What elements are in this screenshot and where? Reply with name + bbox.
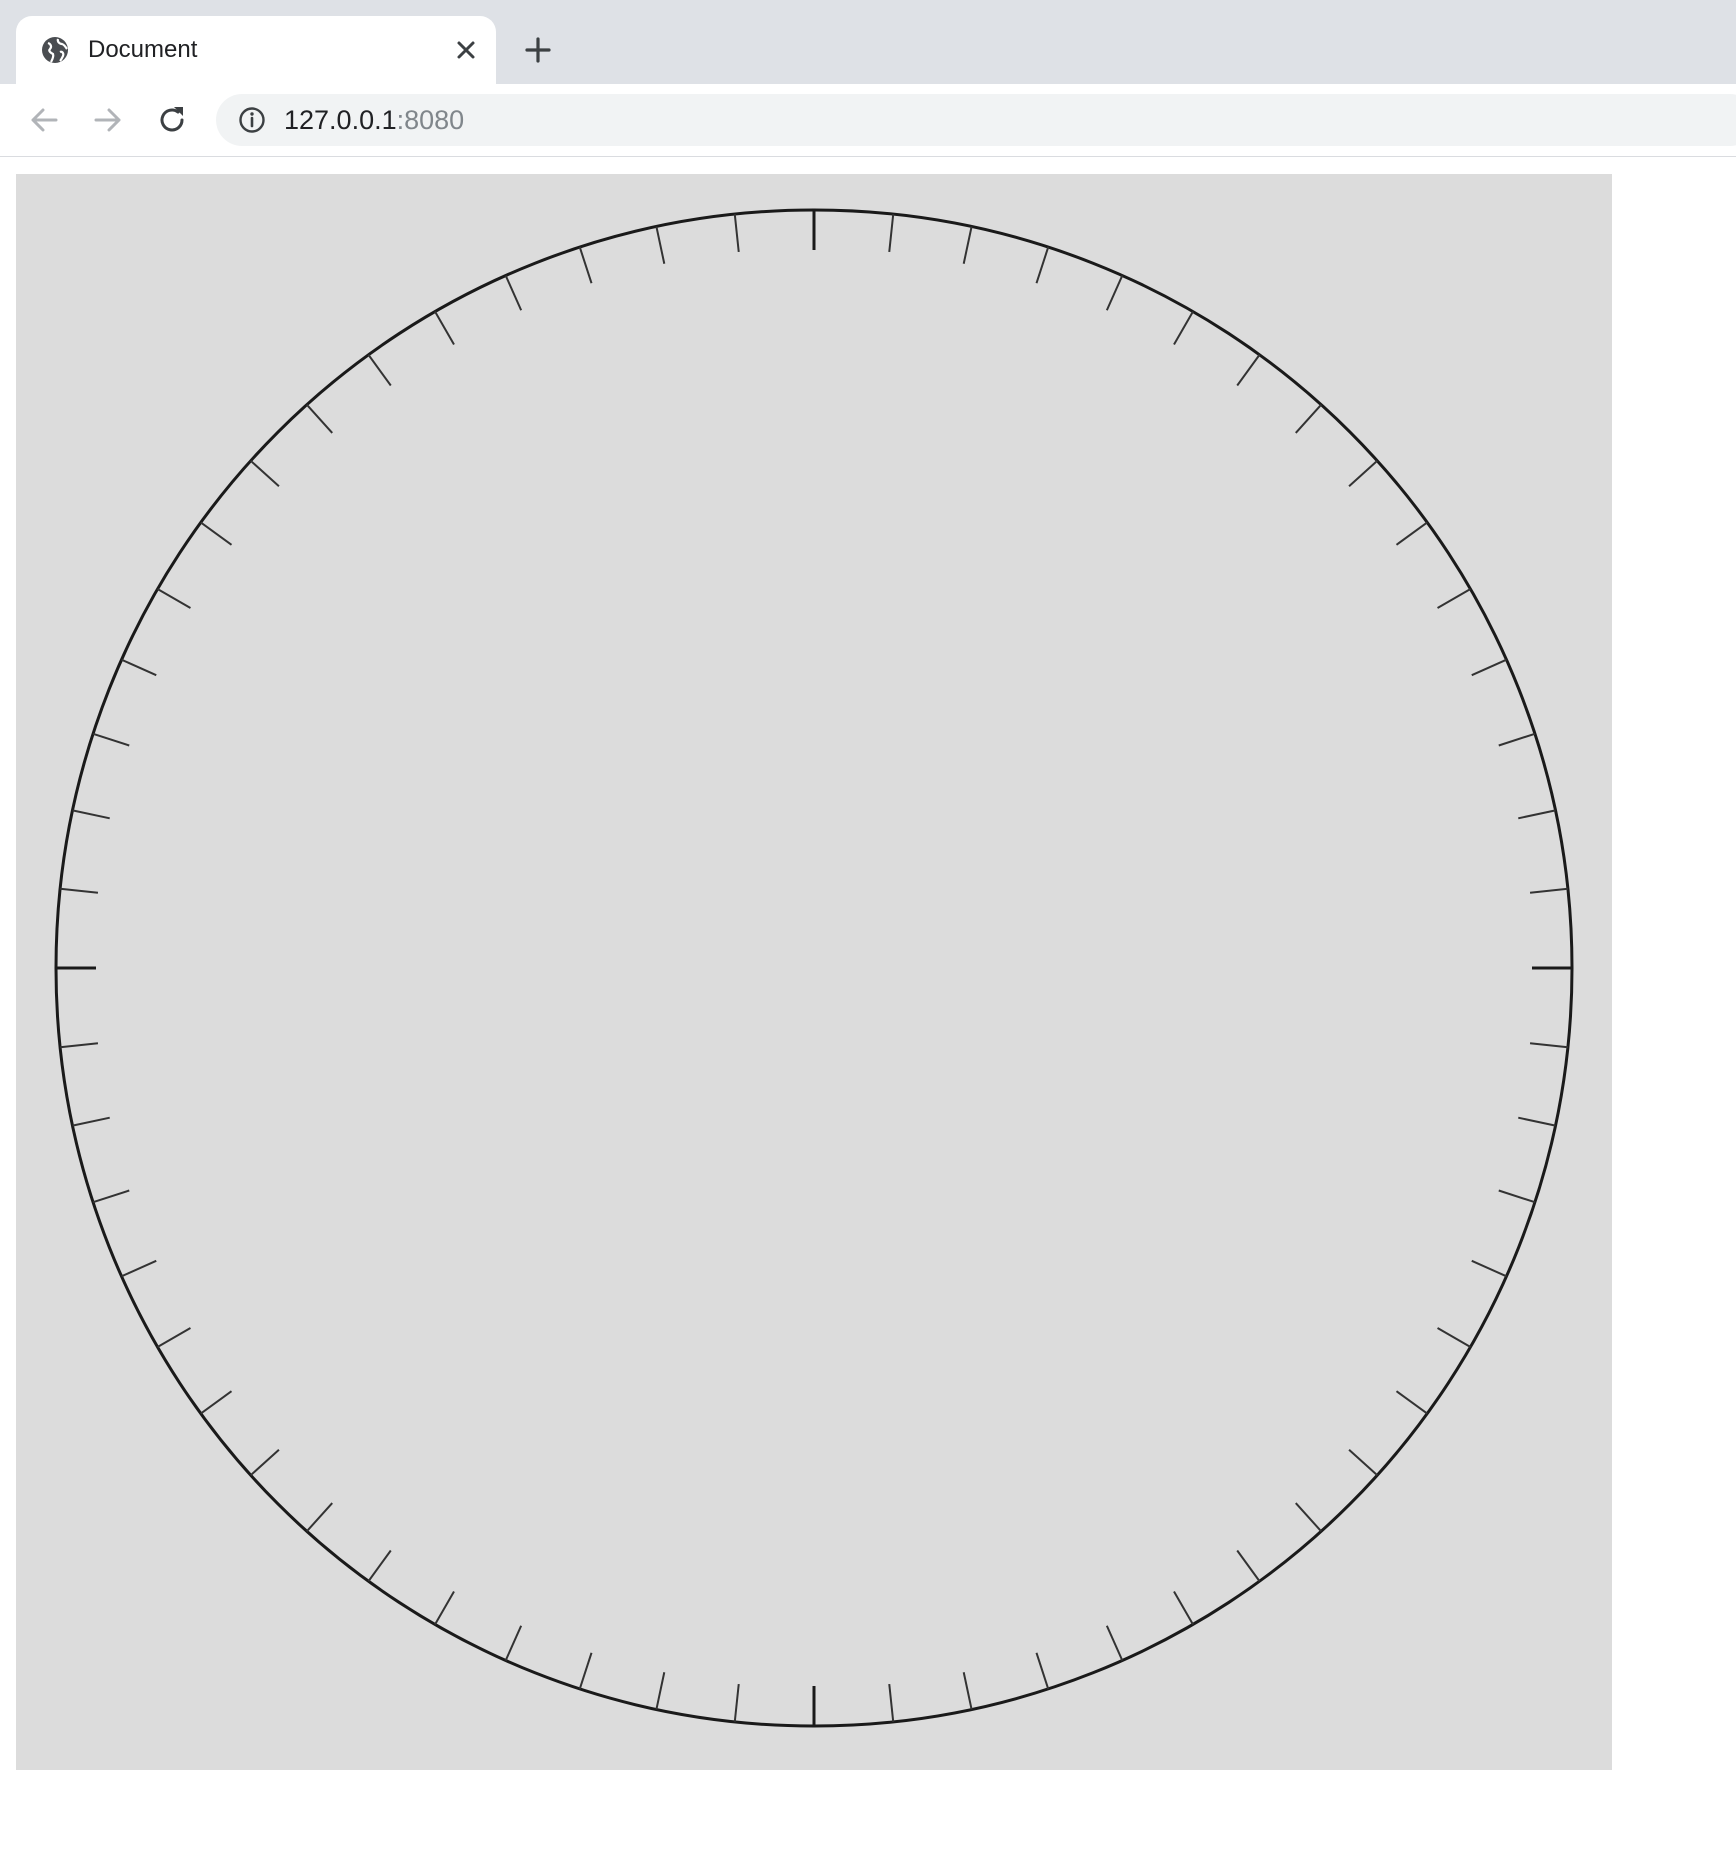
tick-group xyxy=(56,210,1572,1726)
dial-tick xyxy=(962,1672,973,1710)
dial-tick xyxy=(578,246,593,284)
dial-tick xyxy=(1437,588,1471,609)
dial-tick xyxy=(200,1390,233,1415)
tab-title: Document xyxy=(88,36,198,63)
dial-tick xyxy=(250,460,280,487)
dial-tick xyxy=(888,214,895,253)
dial-tick xyxy=(1471,1259,1507,1278)
dial-tick xyxy=(1295,404,1322,434)
dial-tick xyxy=(1471,658,1507,677)
dial-tick xyxy=(157,588,191,609)
dial-tick xyxy=(60,887,99,894)
dial-tick xyxy=(1105,275,1124,311)
dial-tick xyxy=(504,275,523,311)
dial-tick xyxy=(962,226,973,264)
dial-tick xyxy=(60,1042,99,1049)
arrow-left-icon[interactable] xyxy=(26,102,62,138)
arrow-right-icon[interactable] xyxy=(90,102,126,138)
dial-tick xyxy=(1173,311,1194,345)
dial-tick xyxy=(1395,1390,1428,1415)
dial-tick xyxy=(1173,1591,1194,1625)
dial-tick xyxy=(200,521,233,546)
dial-tick xyxy=(1236,354,1261,387)
url-host: 127.0.0.1 xyxy=(284,105,397,135)
toolbar: 127.0.0.1:8080 xyxy=(0,84,1736,157)
address-bar[interactable]: 127.0.0.1:8080 xyxy=(216,94,1736,146)
dial-tick xyxy=(1518,1116,1556,1127)
dial-tick xyxy=(1348,1449,1378,1476)
canvas[interactable] xyxy=(16,174,1612,1770)
dial-tick xyxy=(1498,732,1536,747)
globe-icon xyxy=(40,35,70,65)
dial-tick xyxy=(1035,1652,1050,1690)
dial-tick xyxy=(72,1116,110,1127)
dial-tick xyxy=(1498,1189,1536,1204)
dial-tick xyxy=(72,809,110,820)
dial-tick xyxy=(121,658,157,677)
tab-document[interactable]: Document xyxy=(16,16,496,84)
dial-tick xyxy=(92,1189,130,1204)
dial-tick xyxy=(1529,887,1568,894)
dial-tick xyxy=(92,732,130,747)
dial-tick xyxy=(434,1591,455,1625)
dial-tick xyxy=(655,1672,666,1710)
dial-tick xyxy=(578,1652,593,1690)
dial-tick xyxy=(655,226,666,264)
url-text[interactable]: 127.0.0.1:8080 xyxy=(284,104,464,136)
reload-icon[interactable] xyxy=(154,102,190,138)
dial-tick xyxy=(306,1502,333,1532)
dial-svg xyxy=(54,208,1574,1728)
dial-tick xyxy=(733,1683,740,1722)
dial-tick xyxy=(1035,246,1050,284)
dial-tick xyxy=(1395,521,1428,546)
dial-tick xyxy=(434,311,455,345)
dial-tick xyxy=(1529,1042,1568,1049)
dial-tick xyxy=(157,1327,191,1348)
dial-tick xyxy=(733,214,740,253)
dial-tick xyxy=(367,1549,392,1582)
dial-tick xyxy=(1105,1625,1124,1661)
dial-tick xyxy=(1348,460,1378,487)
dial-tick xyxy=(121,1259,157,1278)
browser-window: Document 127.0.0.1:8080 xyxy=(0,0,1736,1852)
tab-strip: Document xyxy=(0,0,1736,84)
dial-ring xyxy=(54,208,1574,1728)
dial-tick xyxy=(1437,1327,1471,1348)
dial-tick xyxy=(888,1683,895,1722)
close-icon[interactable] xyxy=(452,36,480,64)
dial-tick xyxy=(250,1449,280,1476)
plus-icon[interactable] xyxy=(522,34,554,66)
info-icon[interactable] xyxy=(238,106,266,134)
dial-tick xyxy=(1295,1502,1322,1532)
dial-tick xyxy=(1518,809,1556,820)
dial-tick xyxy=(367,354,392,387)
dial-tick xyxy=(1236,1549,1261,1582)
dial-tick xyxy=(306,404,333,434)
dial-tick xyxy=(504,1625,523,1661)
url-port: :8080 xyxy=(396,105,465,135)
